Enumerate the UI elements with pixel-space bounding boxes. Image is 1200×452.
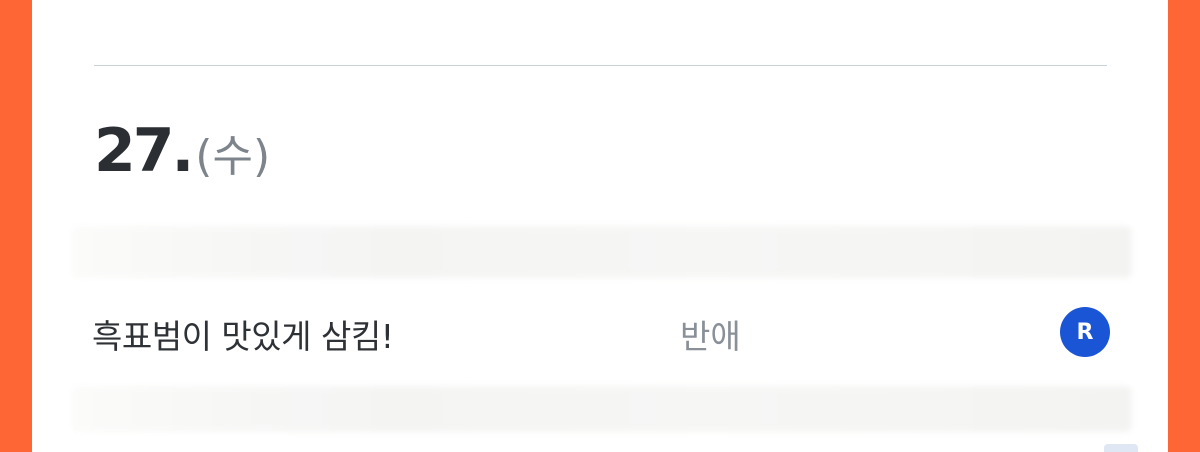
- entry-status: 반애: [680, 317, 741, 356]
- entry-title: 흑표범이 맛있게 삼킴!: [92, 317, 394, 356]
- r-badge-icon[interactable]: R: [1060, 307, 1110, 357]
- partial-badge-edge: [1104, 444, 1138, 452]
- content-card: 27. (수) 흑표범이 맛있게 삼킴! 반애 R: [32, 0, 1168, 452]
- list-item[interactable]: 흑표범이 맛있게 삼킴! 반애 R: [92, 300, 1110, 362]
- blurred-row-top: [72, 226, 1132, 278]
- date-day: 27.: [94, 116, 194, 186]
- date-weekday: (수): [195, 131, 271, 182]
- section-divider: [94, 65, 1107, 66]
- date-heading: 27. (수): [94, 116, 270, 186]
- blurred-row-bottom: [72, 386, 1132, 432]
